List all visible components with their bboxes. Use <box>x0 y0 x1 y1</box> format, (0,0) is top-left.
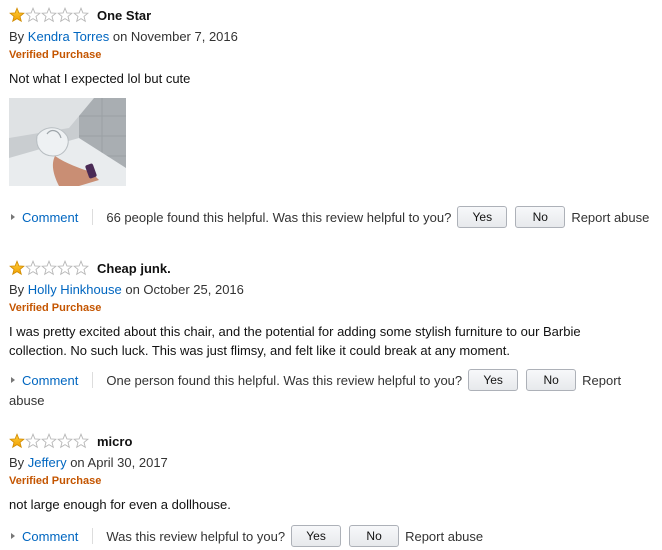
by-prefix: By <box>9 455 25 470</box>
star-empty-icon <box>25 433 41 448</box>
review-date: on November 7, 2016 <box>112 29 238 44</box>
review-body: not large enough for even a dollhouse. <box>9 497 231 512</box>
triangle-right-icon <box>11 377 15 383</box>
star-empty-icon <box>41 260 57 275</box>
comment-label: Comment <box>22 209 79 225</box>
review-actions: Comment One person found this helpful. W… <box>9 368 654 392</box>
review-byline: By Holly Hinkhouse on October 25, 2016 <box>9 282 654 298</box>
helpful-text: Was this review helpful to you? <box>106 528 286 544</box>
report-link[interactable]: Report <box>582 373 621 388</box>
verified-purchase-badge: Verified Purchase <box>9 475 102 487</box>
helpful-no-button[interactable]: No <box>515 206 566 228</box>
review-byline: By Jeffery on April 30, 2017 <box>9 455 654 471</box>
star-empty-icon <box>41 433 57 448</box>
review-actions: Comment 66 people found this helpful. Wa… <box>9 205 654 229</box>
triangle-right-icon <box>11 533 15 539</box>
divider <box>92 528 94 544</box>
star-empty-icon <box>57 433 73 448</box>
review-body: I was pretty excited about this chair, a… <box>9 324 581 358</box>
review-date: on April 30, 2017 <box>70 455 168 470</box>
divider <box>92 372 94 388</box>
star-filled-icon <box>9 260 25 275</box>
report-abuse-link[interactable]: Report abuse <box>405 529 483 544</box>
star-filled-icon <box>9 7 25 22</box>
star-empty-icon <box>57 260 73 275</box>
author-link[interactable]: Kendra Torres <box>28 29 109 44</box>
helpful-yes-button[interactable]: Yes <box>468 369 519 391</box>
triangle-right-icon <box>11 214 15 220</box>
review-actions: Comment Was this review helpful to you? … <box>9 524 654 548</box>
rating-stars[interactable] <box>9 260 89 276</box>
star-filled-icon <box>9 433 25 448</box>
helpful-yes-button[interactable]: Yes <box>457 206 508 228</box>
by-prefix: By <box>9 29 25 44</box>
star-empty-icon <box>41 7 57 22</box>
review-3: micro By Jeffery on April 30, 2017 Verif… <box>9 432 654 548</box>
review-photo-image <box>9 98 126 186</box>
review-body: Not what I expected lol but cute <box>9 71 191 86</box>
review-title[interactable]: micro <box>97 434 132 449</box>
author-link[interactable]: Holly Hinkhouse <box>28 282 122 297</box>
review-title[interactable]: Cheap junk. <box>97 261 171 276</box>
star-empty-icon <box>25 7 41 22</box>
comment-link[interactable]: Comment <box>9 373 78 388</box>
verified-purchase-badge: Verified Purchase <box>9 302 102 314</box>
review-header: One Star <box>9 6 654 24</box>
helpful-no-button[interactable]: No <box>349 525 400 547</box>
helpful-yes-button[interactable]: Yes <box>291 525 342 547</box>
rating-stars[interactable] <box>9 433 89 449</box>
comment-label: Comment <box>22 528 79 544</box>
review-header: Cheap junk. <box>9 259 654 277</box>
review-photo[interactable] <box>9 98 126 186</box>
star-empty-icon <box>57 7 73 22</box>
review-title[interactable]: One Star <box>97 8 151 23</box>
star-empty-icon <box>25 260 41 275</box>
review-date: on October 25, 2016 <box>125 282 244 297</box>
review-header: micro <box>9 432 654 450</box>
review-1: One Star By Kendra Torres on November 7,… <box>9 6 654 229</box>
comment-label: Comment <box>22 372 79 388</box>
star-empty-icon <box>73 7 89 22</box>
comment-link[interactable]: Comment <box>9 529 78 544</box>
verified-purchase-badge: Verified Purchase <box>9 49 102 61</box>
star-empty-icon <box>73 433 89 448</box>
divider <box>92 209 94 225</box>
by-prefix: By <box>9 282 25 297</box>
helpful-text: One person found this helpful. Was this … <box>106 372 463 388</box>
helpful-no-button[interactable]: No <box>526 369 577 391</box>
review-byline: By Kendra Torres on November 7, 2016 <box>9 29 654 45</box>
report-abuse-wrap[interactable]: abuse <box>9 393 654 409</box>
helpful-text: 66 people found this helpful. Was this r… <box>106 209 452 225</box>
report-abuse-link[interactable]: Report abuse <box>571 210 649 225</box>
comment-link[interactable]: Comment <box>9 210 78 225</box>
star-empty-icon <box>73 260 89 275</box>
rating-stars[interactable] <box>9 7 89 23</box>
review-2: Cheap junk. By Holly Hinkhouse on Octobe… <box>9 259 654 409</box>
author-link[interactable]: Jeffery <box>28 455 67 470</box>
